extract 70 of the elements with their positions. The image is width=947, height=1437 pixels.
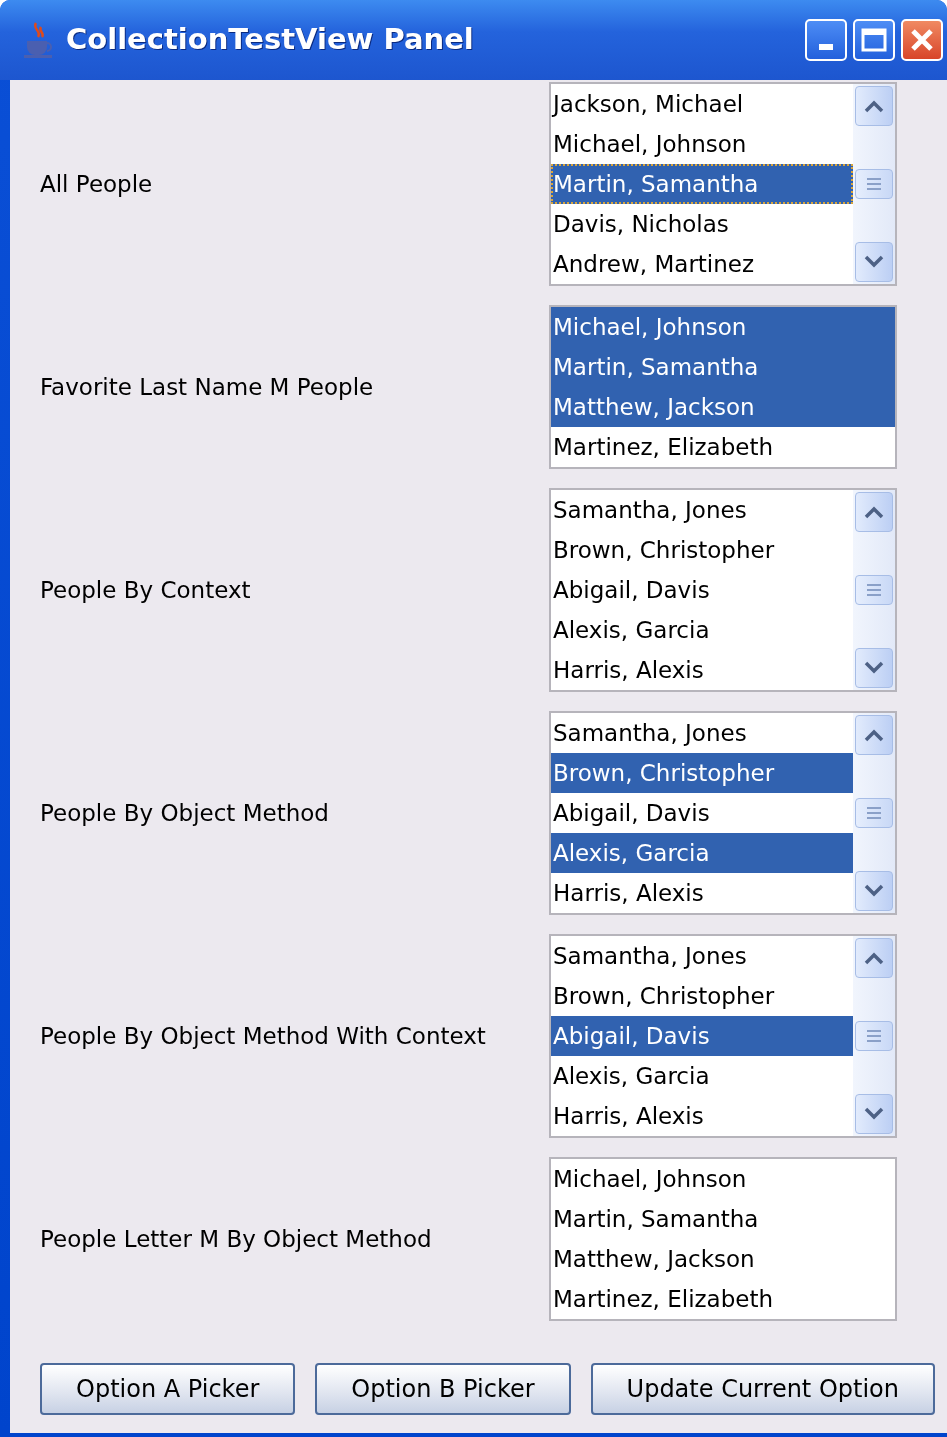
field-label: People By Context bbox=[40, 575, 251, 605]
scrollbar[interactable] bbox=[853, 490, 895, 690]
scroll-thumb[interactable] bbox=[855, 575, 893, 605]
list-item[interactable]: Samantha, Jones bbox=[551, 936, 853, 976]
list-item[interactable]: Harris, Alexis bbox=[551, 1096, 853, 1136]
list-item[interactable]: Davis, Nicholas bbox=[551, 204, 853, 244]
minimize-icon bbox=[819, 44, 833, 50]
scroll-up-button[interactable] bbox=[855, 492, 893, 532]
close-icon bbox=[909, 27, 935, 53]
list-box[interactable]: Samantha, Jones Brown, Christopher Abigail, Davis Alexis, Garcia Harris, Alexis bbox=[549, 711, 897, 915]
list-item[interactable]: Matthew, Jackson bbox=[551, 1239, 895, 1279]
scroll-thumb[interactable] bbox=[855, 169, 893, 199]
scroll-up-button[interactable] bbox=[855, 86, 893, 126]
scroll-down-button[interactable] bbox=[855, 871, 893, 911]
list-item[interactable]: Jackson, Michael bbox=[551, 84, 853, 124]
scroll-thumb[interactable] bbox=[855, 1021, 893, 1051]
scroll-up-button[interactable] bbox=[855, 715, 893, 755]
list-item[interactable]: Martinez, Elizabeth bbox=[551, 427, 895, 467]
list-item[interactable]: Brown, Christopher bbox=[551, 976, 853, 1016]
list-item[interactable]: Michael, Johnson bbox=[551, 307, 895, 347]
list-item[interactable]: Harris, Alexis bbox=[551, 650, 853, 690]
list-box[interactable]: Michael, Johnson Martin, Samantha Matthew, Jackson Martinez, Elizabeth bbox=[549, 1157, 897, 1321]
field-label: People By Object Method With Context bbox=[40, 1021, 486, 1051]
push-button[interactable]: Option B Picker bbox=[315, 1363, 571, 1415]
list-item[interactable]: Alexis, Garcia bbox=[551, 610, 853, 650]
close-button[interactable] bbox=[901, 19, 943, 61]
list-item[interactable]: Matthew, Jackson bbox=[551, 387, 895, 427]
list-box[interactable]: Jackson, Michael Michael, Johnson Martin, Samantha Davis, Nicholas Andrew, Martinez bbox=[549, 82, 897, 286]
field-label: All People bbox=[40, 169, 153, 199]
scroll-down-button[interactable] bbox=[855, 242, 893, 282]
grip-icon bbox=[866, 177, 882, 191]
maximize-icon bbox=[861, 28, 887, 52]
list-item[interactable]: Michael, Johnson bbox=[551, 1159, 895, 1199]
list-item[interactable]: Andrew, Martinez bbox=[551, 244, 853, 284]
list-item[interactable]: Abigail, Davis bbox=[551, 793, 853, 833]
list-item[interactable]: Abigail, Davis bbox=[551, 1016, 853, 1056]
push-button[interactable]: Update Current Option bbox=[590, 1363, 935, 1415]
list-item[interactable]: Michael, Johnson bbox=[551, 124, 853, 164]
grip-icon bbox=[866, 1029, 882, 1043]
scroll-up-button[interactable] bbox=[855, 938, 893, 978]
scroll-down-button[interactable] bbox=[855, 648, 893, 688]
scroll-down-button[interactable] bbox=[855, 1094, 893, 1134]
push-button[interactable]: Option A Picker bbox=[40, 1363, 296, 1415]
field-label: People Letter M By Object Method bbox=[40, 1224, 432, 1254]
field-label: People By Object Method bbox=[40, 798, 329, 828]
minimize-button[interactable] bbox=[805, 19, 847, 61]
list-item[interactable]: Samantha, Jones bbox=[551, 490, 853, 530]
list-item[interactable]: Alexis, Garcia bbox=[551, 1056, 853, 1096]
list-item[interactable]: Samantha, Jones bbox=[551, 713, 853, 753]
list-item[interactable]: Martinez, Elizabeth bbox=[551, 1279, 895, 1319]
list-box[interactable]: Samantha, Jones Brown, Christopher Abigail, Davis Alexis, Garcia Harris, Alexis bbox=[549, 488, 897, 692]
scrollbar[interactable] bbox=[853, 713, 895, 913]
scrollbar[interactable] bbox=[853, 936, 895, 1136]
list-item[interactable]: Abigail, Davis bbox=[551, 570, 853, 610]
grip-icon bbox=[866, 583, 882, 597]
maximize-button[interactable] bbox=[853, 19, 895, 61]
list-item[interactable]: Martin, Samantha bbox=[551, 1199, 895, 1239]
window-title: CollectionTestView Panel bbox=[66, 21, 475, 59]
list-box[interactable]: Samantha, Jones Brown, Christopher Abigail, Davis Alexis, Garcia Harris, Alexis bbox=[549, 934, 897, 1138]
list-item[interactable]: Brown, Christopher bbox=[551, 530, 853, 570]
list-item[interactable]: Alexis, Garcia bbox=[551, 833, 853, 873]
scroll-thumb[interactable] bbox=[855, 798, 893, 828]
list-item[interactable]: Brown, Christopher bbox=[551, 753, 853, 793]
list-item[interactable]: Martin, Samantha bbox=[551, 347, 895, 387]
list-box[interactable]: Michael, Johnson Martin, Samantha Matthew, Jackson Martinez, Elizabeth bbox=[549, 305, 897, 469]
list-item[interactable]: Martin, Samantha bbox=[551, 164, 853, 204]
field-label: Favorite Last Name M People bbox=[40, 372, 374, 402]
grip-icon bbox=[866, 806, 882, 820]
list-item[interactable]: Harris, Alexis bbox=[551, 873, 853, 913]
scrollbar[interactable] bbox=[853, 84, 895, 284]
